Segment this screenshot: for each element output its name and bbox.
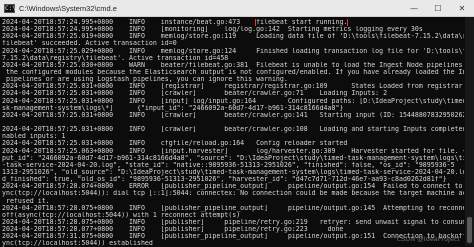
console-line: sk-management-system\logs\*] {"input_id"… — [2, 104, 344, 112]
scrollbar-thumb[interactable] — [467, 217, 472, 243]
console-line: 2024-04-20T18:57:25.019+0800 INFO memlog… — [2, 33, 464, 41]
console-line: 2024-04-20T18:57:25.031+0800 INFO cfgfil… — [2, 140, 348, 148]
console-line: ync(tcp://localhost:5044)) established — [2, 240, 153, 247]
minimize-button[interactable]: — — [402, 0, 426, 17]
console-line: off(async(tcp://localhost:5044)) with 1 … — [2, 211, 241, 219]
console-line: 2024-04-20T18:57:31.875+0800 INFO [publi… — [2, 233, 464, 241]
window-titlebar: C:\ C:\Windows\System32\cmd.e — ☐ ✕ — [0, 0, 474, 17]
console-line: 7.15.2\data\registry\filebeat'. Active t… — [2, 54, 229, 62]
console-line: d_finished": true, "old_os_id": "9895936… — [2, 176, 447, 184]
console-line: ync(tcp://localhost:5044)): dial tcp [::… — [2, 190, 464, 198]
console-line: nabled inputs: 1 — [2, 133, 66, 141]
console-output[interactable]: 2024-04-20T18:57:24.995+0800 INFO instan… — [2, 18, 464, 247]
console-line: the configured modules because the Elast… — [2, 68, 464, 76]
console-line: 2024-04-20T18:57:28.077+0800 INFO [publi… — [2, 226, 344, 234]
close-button[interactable]: ✕ — [450, 0, 474, 17]
console-line: pipelines or are using Logstash pipeline… — [2, 76, 288, 84]
console-line: 2024-04-20T18:57:28.075+0800 INFO [publi… — [2, 204, 464, 212]
watermark: CSDN @IdeaProject — [396, 235, 460, 243]
console-scrollbar[interactable] — [465, 17, 474, 246]
window-title: C:\Windows\System32\cmd.e — [19, 3, 117, 13]
console-line: -task-service-2024-04-20.log", "state_id… — [2, 161, 455, 169]
maximize-button[interactable]: ☐ — [426, 0, 450, 17]
console-line: 2024-04-20T18:57:25.031+0800 INFO [crawl… — [2, 111, 464, 119]
console-line: 1313-2951026", "old_source": "D:\IdeaPro… — [2, 168, 464, 176]
command-prompt-icon: C:\ — [4, 3, 16, 13]
console-line: refused it. — [2, 197, 50, 205]
console-line: 2024-04-20T18:57:25.063+0800 INFO [input… — [2, 147, 464, 155]
console-line: 2024-04-20T18:57:25.030+0800 WARN beater… — [2, 61, 464, 69]
console-line: 2024-04-20T18:57:28.075+0800 INFO [publi… — [2, 218, 464, 226]
highlighted-text: filebeat start running. — [255, 19, 349, 27]
console-line: 2024-04-20T18:57:25.031+0800 INFO [input… — [2, 97, 464, 105]
console-line: filebeat' succeeded. Active transaction … — [2, 40, 177, 48]
console-line: 2024-04-20T18:57:28.074+0800 ERROR [publ… — [2, 183, 464, 191]
console-line: 2024-04-20T18:57:25.029+0800 INFO memlog… — [2, 47, 464, 55]
console-line: 2024-04-20T18:57:24.995+0800 INFO instan… — [2, 19, 349, 27]
console-line: put_id": "2466092a-60d7-4d17-b961-314c81… — [2, 154, 464, 162]
console-line: 2024-04-20T18:57:25.031+0800 INFO [regis… — [2, 83, 464, 91]
console-line: 2024-04-20T18:57:25.031+0800 INFO [crawl… — [2, 126, 464, 134]
console-line: 2024-04-20T18:57:25.031+0800 INFO [crawl… — [2, 90, 388, 98]
console-line: 2024-04-20T18:57:24.995+0800 INFO [monit… — [2, 26, 423, 34]
window-controls: — ☐ ✕ — [402, 0, 474, 17]
